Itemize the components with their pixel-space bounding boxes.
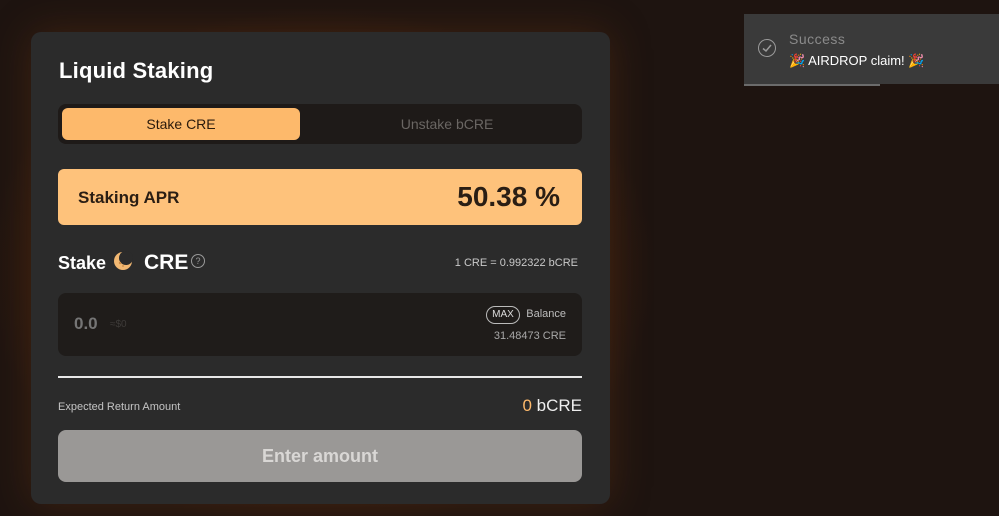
return-unit: bCRE	[536, 396, 582, 415]
toast-message-text: AIRDROP claim!	[808, 53, 905, 68]
max-button[interactable]: MAX	[486, 306, 520, 324]
apr-banner: Staking APR 50.38 %	[58, 169, 582, 225]
amount-input-box: ≈$0 MAX Balance 31.48473 CRE	[58, 293, 582, 356]
stake-label: Stake	[58, 253, 107, 273]
tab-stake[interactable]: Stake CRE	[62, 108, 300, 140]
apr-value: 50.38 %	[457, 181, 560, 212]
tab-unstake[interactable]: Unstake bCRE	[328, 108, 566, 140]
usd-value: ≈$0	[110, 319, 127, 330]
enter-amount-button[interactable]: Enter amount	[58, 430, 582, 482]
balance-label: Balance	[526, 308, 566, 320]
success-toast[interactable]: Success 🎉 AIRDROP claim! 🎉	[744, 14, 999, 84]
toast-title: Success	[789, 31, 846, 47]
exchange-rate: 1 CRE = 0.992322 bCRE	[454, 257, 578, 269]
token-name: CRE	[144, 251, 189, 274]
tab-bar: Stake CRE Unstake bCRE	[58, 104, 582, 144]
staking-card: Liquid Staking Stake CRE Unstake bCRE St…	[31, 32, 610, 504]
help-icon[interactable]: ?	[191, 254, 205, 268]
check-circle-icon	[758, 39, 776, 57]
party-popper-icon: 🎉	[908, 53, 925, 68]
moon-token-icon	[113, 251, 133, 271]
toast-message: 🎉 AIRDROP claim! 🎉	[789, 53, 924, 69]
expected-return-label: Expected Return Amount	[58, 401, 181, 413]
balance-value: 31.48473 CRE	[493, 330, 566, 342]
page-title: Liquid Staking	[59, 58, 214, 83]
party-popper-icon: 🎉	[789, 53, 806, 68]
apr-label: Staking APR	[78, 188, 180, 207]
divider	[58, 376, 582, 378]
expected-return-value: 0 bCRE	[522, 396, 582, 416]
stake-header: Stake CRE ? 1 CRE = 0.992322 bCRE	[58, 250, 582, 278]
amount-input[interactable]	[74, 313, 114, 335]
toast-progress-bar	[744, 84, 880, 86]
return-amount: 0	[522, 396, 532, 415]
